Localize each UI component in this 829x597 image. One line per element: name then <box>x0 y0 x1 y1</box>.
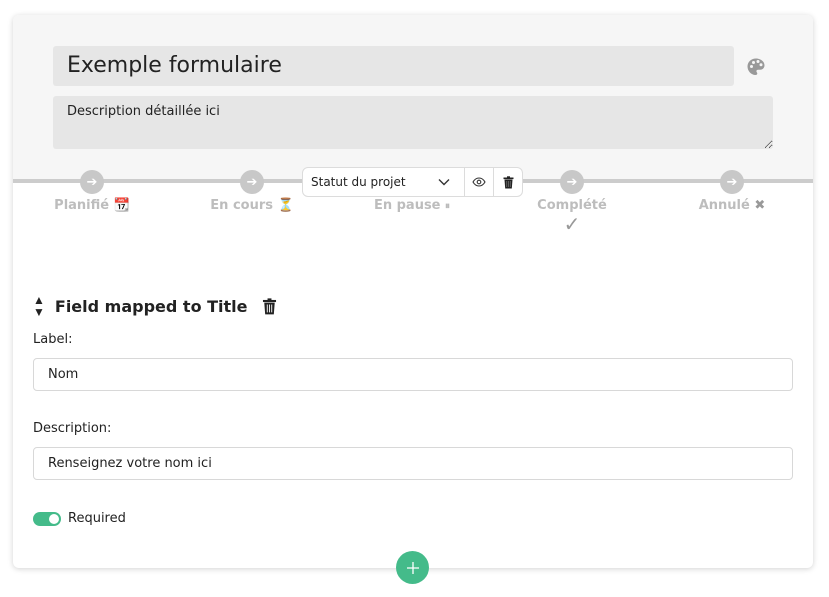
arrow-right-icon[interactable]: ➔ <box>80 170 104 194</box>
description-caption: Description: <box>33 421 112 436</box>
delete-field-icon[interactable] <box>262 297 277 315</box>
status-step-planifie[interactable]: ➔ Planifié 📆 <box>17 170 167 213</box>
calendar-icon: 📆 <box>113 198 130 213</box>
label-caption: Label: <box>33 332 73 347</box>
step-label: Complété <box>537 198 607 213</box>
label-input[interactable] <box>33 358 793 391</box>
step-label: En pause <box>373 198 441 213</box>
eye-icon <box>472 177 486 187</box>
field-title: Field mapped to Title <box>54 296 248 316</box>
delete-status-button[interactable] <box>493 168 522 196</box>
step-label: Annulé <box>698 198 750 213</box>
form-header: Description détaillée ici <box>13 15 813 181</box>
add-field-button[interactable] <box>396 551 429 584</box>
palette-icon[interactable] <box>746 57 766 77</box>
step-label: En cours <box>210 198 273 213</box>
pause-icon: ⏸ <box>445 201 451 212</box>
hourglass-icon: ⏳ <box>277 198 294 213</box>
status-field-select[interactable]: Statut du projet <box>303 168 465 196</box>
description-input[interactable] <box>33 447 793 480</box>
sort-handle-icon[interactable]: ▲ ▼ <box>33 294 45 318</box>
arrow-right-icon[interactable]: ➔ <box>560 170 584 194</box>
step-label: Planifié <box>54 198 110 213</box>
cross-icon: ✖ <box>754 198 766 213</box>
status-select-label: Statut du projet <box>311 175 406 189</box>
chevron-down-icon <box>438 179 450 186</box>
required-toggle[interactable] <box>33 511 61 526</box>
required-row: Required <box>33 511 126 526</box>
form-title-input[interactable] <box>53 46 734 86</box>
checkmark-icon: ✓ <box>563 212 581 236</box>
form-editor-card: Description détaillée ici ➔ Planifié 📆 ➔… <box>13 15 813 568</box>
field-heading: ▲ ▼ Field mapped to Title <box>33 294 277 318</box>
plus-icon <box>406 561 419 574</box>
arrow-right-icon[interactable]: ➔ <box>720 170 744 194</box>
form-description-textarea[interactable]: Description détaillée ici <box>53 96 773 149</box>
trash-icon <box>503 175 513 188</box>
status-field-toolbar: Statut du projet <box>302 167 523 197</box>
status-step-annule[interactable]: ➔ Annulé ✖ <box>657 170 807 213</box>
required-label: Required <box>68 511 126 526</box>
preview-button[interactable] <box>465 168 493 196</box>
arrow-right-icon[interactable]: ➔ <box>240 170 264 194</box>
